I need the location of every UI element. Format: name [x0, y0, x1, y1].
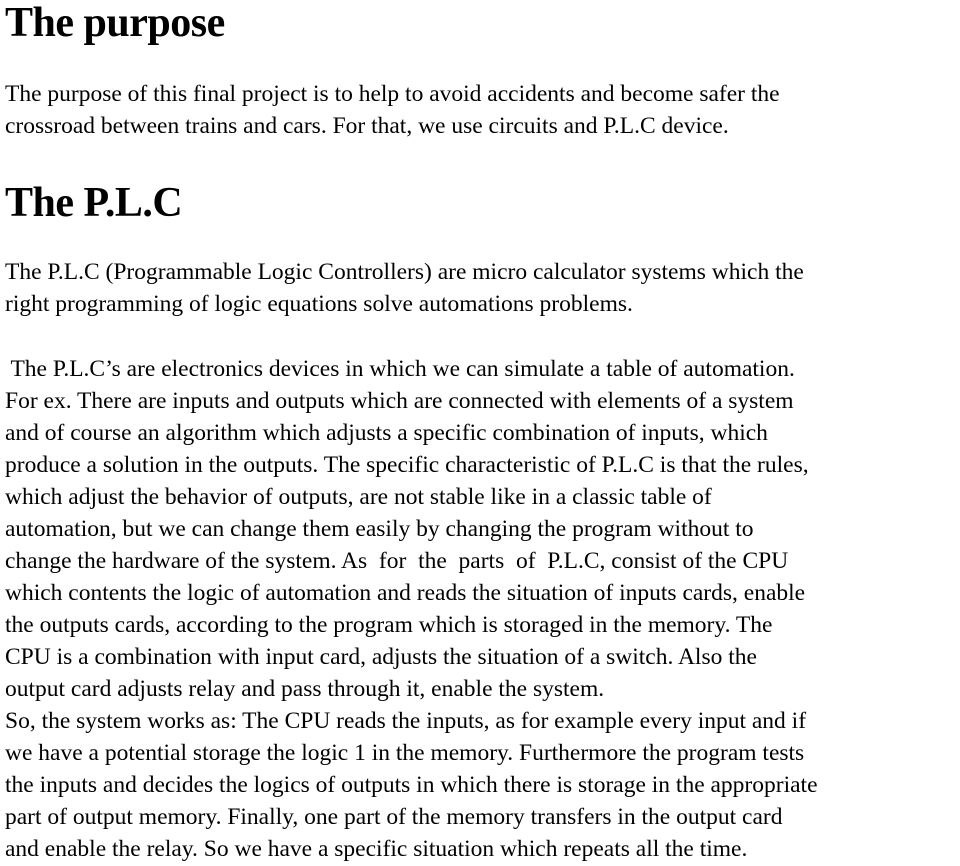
text-line: which contents the logic of automation a… [5, 580, 806, 606]
paragraph-plc-body: The P.L.C’s are electronics devices in w… [5, 353, 818, 865]
text-line: output card adjusts relay and pass throu… [5, 676, 605, 702]
text-line: change the hardware of the system. As fo… [5, 548, 789, 574]
heading-the-plc: The P.L.C [5, 180, 183, 226]
text-line: For ex. There are inputs and outputs whi… [5, 388, 794, 414]
text-line: produce a solution in the outputs. The s… [5, 452, 809, 478]
text-line: and enable the relay. So we have a speci… [5, 836, 748, 862]
text-line: automation, but we can change them easil… [5, 516, 754, 542]
text-line: the inputs and decides the logics of out… [5, 772, 818, 798]
heading-the-purpose: The purpose [5, 0, 225, 46]
text-line: crossroad between trains and cars. For t… [5, 113, 729, 139]
text-line: we have a potential storage the logic 1 … [5, 740, 805, 766]
text-line: So, the system works as: The CPU reads t… [5, 708, 807, 734]
text-line: part of output memory. Finally, one part… [5, 804, 783, 830]
text-line: the outputs cards, according to the prog… [5, 612, 773, 638]
text-line: CPU is a combination with input card, ad… [5, 644, 757, 670]
paragraph-plc-intro: The P.L.C (Programmable Logic Controller… [5, 256, 804, 320]
text-line: The purpose of this final project is to … [5, 81, 780, 107]
text-line: The P.L.C (Programmable Logic Controller… [5, 259, 804, 285]
text-line: which adjust the behavior of outputs, ar… [5, 484, 712, 510]
text-line: and of course an algorithm which adjusts… [5, 420, 768, 446]
text-line: right programming of logic equations sol… [5, 291, 633, 317]
text-line: The P.L.C’s are electronics devices in w… [5, 356, 795, 382]
paragraph-purpose: The purpose of this final project is to … [5, 78, 780, 142]
